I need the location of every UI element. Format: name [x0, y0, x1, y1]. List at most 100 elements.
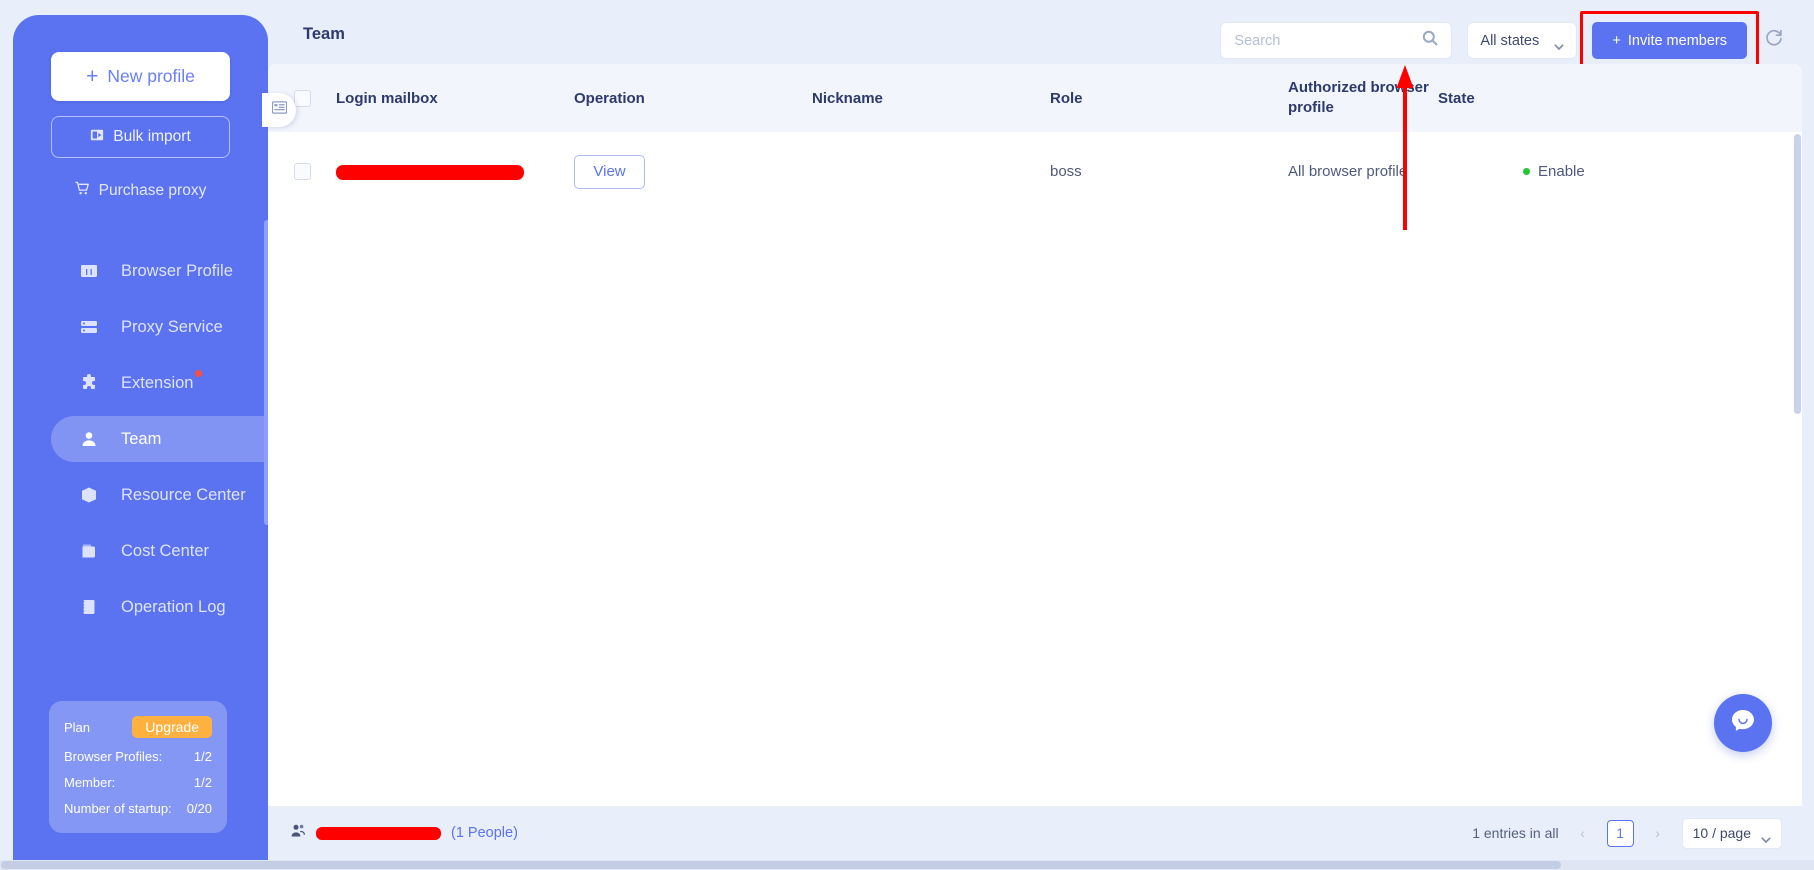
sidebar-collapse-toggle[interactable]: [262, 93, 296, 127]
pagination: 1 entries in all ‹ 1 › 10 / page: [1472, 817, 1782, 849]
entries-total-label: 1 entries in all: [1472, 825, 1559, 841]
sidebar-item-operation-log[interactable]: Operation Log: [51, 584, 230, 630]
sidebar-item-label: Browser Profile: [121, 261, 233, 280]
plus-icon: +: [86, 65, 99, 88]
state-filter-select[interactable]: All states: [1467, 22, 1578, 59]
chat-bubble-icon: [1728, 706, 1758, 741]
log-icon: [79, 598, 98, 617]
wallet-icon: [79, 542, 98, 561]
page-header: Team All states +: [268, 0, 1802, 72]
sidebar-nav: Browser Profile Proxy Service Extension: [51, 248, 268, 630]
page-title: Team: [303, 25, 345, 43]
select-all-checkbox[interactable]: [293, 89, 311, 107]
cell-state: Enable: [1523, 163, 1802, 180]
sidebar-item-label: Proxy Service: [121, 317, 223, 336]
bulk-import-button[interactable]: Bulk import: [51, 116, 230, 158]
plan-stat-label: Member:: [64, 775, 116, 790]
team-group-icon: [290, 823, 306, 843]
team-info: (1 People): [290, 823, 518, 843]
plan-title-row: Plan Upgrade: [64, 716, 212, 738]
people-count-label: (1 People): [451, 825, 518, 841]
sidebar-item-label: Cost Center: [121, 541, 210, 560]
horizontal-scrollbar[interactable]: [0, 860, 1814, 870]
notification-badge-dot: [195, 369, 203, 377]
cell-authorized-browser-profile: All browser profile: [1288, 163, 1408, 180]
main-content: Team All states +: [268, 0, 1802, 860]
cell-operation: View: [574, 154, 812, 189]
sidebar-item-cost-center[interactable]: Cost Center: [51, 528, 230, 574]
plan-card: Plan Upgrade Browser Profiles: 1/2 Membe…: [49, 701, 227, 833]
row-select-cell: [268, 163, 336, 180]
chevron-down-icon: [1761, 830, 1771, 844]
plus-icon: +: [1612, 32, 1621, 49]
column-header-login-mailbox: Login mailbox: [336, 89, 438, 107]
plan-stat-row: Browser Profiles: 1/2: [64, 749, 212, 764]
cell-login-mailbox: [336, 163, 574, 180]
pagination-page-1[interactable]: 1: [1606, 819, 1634, 847]
new-profile-label: New profile: [107, 66, 195, 86]
purchase-proxy-button[interactable]: Purchase proxy: [51, 176, 230, 206]
status-label: Enable: [1538, 163, 1585, 180]
page-size-select[interactable]: 10 / page: [1681, 817, 1782, 849]
user-icon: [79, 430, 98, 449]
puzzle-icon: [79, 374, 98, 393]
invite-members-button[interactable]: + Invite members: [1592, 22, 1747, 59]
team-table-card: Login mailbox Operation Nickname Role Au…: [268, 64, 1802, 860]
column-header-nickname: Nickname: [812, 89, 883, 107]
plan-stat-value: 0/20: [186, 801, 212, 816]
cell-role: boss: [1050, 163, 1082, 180]
plan-stat-row: Member: 1/2: [64, 775, 212, 790]
server-icon: [79, 318, 98, 337]
box-icon: [79, 486, 98, 505]
invite-members-wrapper: + Invite members: [1580, 11, 1759, 70]
sidebar-item-proxy-service[interactable]: Proxy Service: [51, 304, 230, 350]
new-profile-button[interactable]: + New profile: [51, 52, 230, 101]
view-button[interactable]: View: [574, 154, 645, 189]
refresh-button[interactable]: [1762, 29, 1786, 53]
browser-icon: [79, 262, 98, 281]
table-row[interactable]: View boss All browser profile Enable: [268, 132, 1802, 211]
search-box[interactable]: [1220, 22, 1453, 59]
plan-stat-value: 1/2: [193, 775, 212, 790]
column-header-state: State: [1438, 89, 1475, 107]
plan-label: Plan: [64, 719, 91, 735]
search-icon[interactable]: [1422, 30, 1439, 51]
column-header-operation: Operation: [574, 89, 645, 107]
collapse-panel-icon: [271, 100, 287, 120]
chat-support-button[interactable]: [1714, 694, 1772, 752]
sidebar: + New profile Bulk import Purchase proxy: [13, 15, 268, 860]
purchase-proxy-label: Purchase proxy: [98, 182, 207, 199]
search-input[interactable]: [1234, 32, 1423, 49]
sidebar-item-resource-center[interactable]: Resource Center: [51, 472, 246, 518]
bulk-import-label: Bulk import: [113, 128, 191, 145]
plan-stat-value: 1/2: [193, 749, 212, 764]
chevron-down-icon: [1554, 38, 1565, 50]
table-scrollbar[interactable]: [1794, 134, 1801, 414]
cart-icon: [75, 181, 90, 201]
redacted-email: [336, 164, 524, 180]
sidebar-item-team[interactable]: Team: [51, 416, 268, 462]
app-root: + New profile Bulk import Purchase proxy: [0, 0, 1814, 870]
page-size-value: 10 / page: [1692, 825, 1751, 841]
page-left-edge: [0, 0, 13, 870]
pagination-next-button[interactable]: ›: [1647, 820, 1669, 846]
header-actions: All states + Invite members: [1220, 11, 1786, 70]
table-header-row: Login mailbox Operation Nickname Role Au…: [268, 64, 1802, 132]
column-header-role: Role: [1050, 89, 1083, 107]
row-checkbox[interactable]: [293, 163, 311, 180]
table-footer: (1 People) 1 entries in all ‹ 1 › 10 / p…: [268, 806, 1802, 860]
sidebar-item-label: Resource Center: [121, 485, 246, 504]
sidebar-item-label: Extension: [121, 369, 203, 393]
column-header-authorized-browser-profile: Authorized browser profile: [1288, 78, 1429, 116]
plan-stat-label: Browser Profiles:: [64, 749, 163, 764]
redacted-team-name: [316, 826, 441, 840]
refresh-icon: [1764, 28, 1784, 53]
status-badge: Enable: [1523, 163, 1802, 180]
sidebar-item-text: Extension: [121, 373, 194, 392]
pagination-prev-button[interactable]: ‹: [1572, 820, 1594, 846]
upgrade-button[interactable]: Upgrade: [132, 716, 212, 738]
sidebar-item-extension[interactable]: Extension: [51, 360, 230, 406]
sidebar-item-browser-profile[interactable]: Browser Profile: [51, 248, 233, 294]
invite-members-label: Invite members: [1627, 32, 1727, 49]
import-icon: [90, 128, 104, 147]
